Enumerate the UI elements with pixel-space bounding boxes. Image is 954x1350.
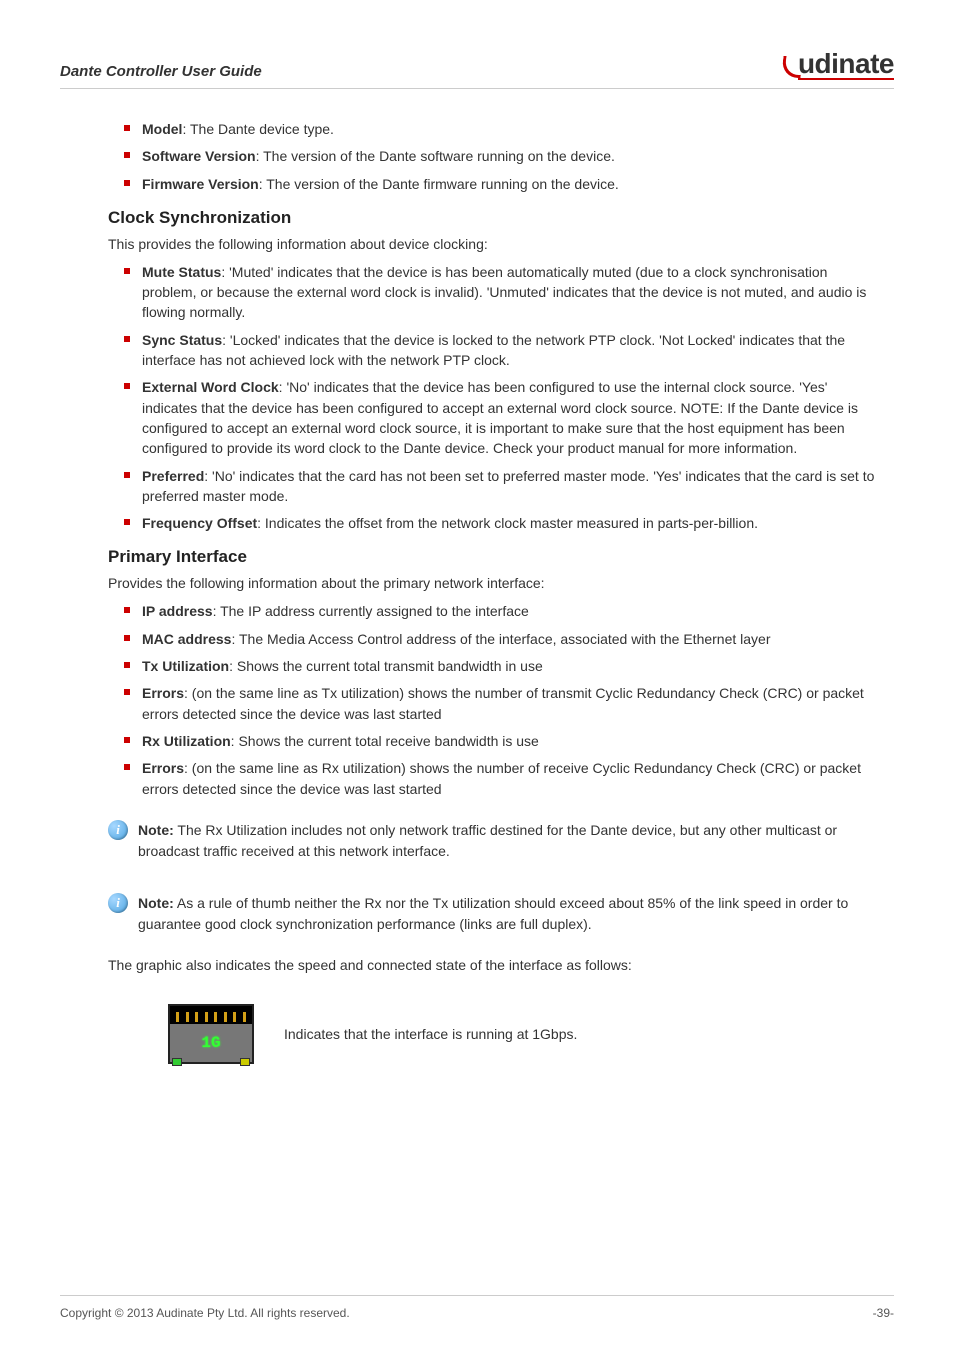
term: External Word Clock (142, 379, 279, 395)
note-icon-wrap: i (108, 892, 136, 913)
port-pins (170, 1006, 252, 1024)
list-item: Rx Utilization: Shows the current total … (142, 731, 884, 751)
desc: : 'Locked' indicates that the device is … (142, 332, 845, 368)
desc: : The version of the Dante firmware runn… (259, 176, 619, 192)
note-body: Note: The Rx Utilization includes not on… (136, 819, 884, 862)
brand-text: udinate (798, 50, 894, 80)
note-text: The Rx Utilization includes not only net… (138, 822, 837, 859)
port-caption: Indicates that the interface is running … (284, 1026, 577, 1042)
list-item: Preferred: 'No' indicates that the card … (142, 466, 884, 507)
graphic-intro: The graphic also indicates the speed and… (108, 955, 884, 976)
list-item: External Word Clock: 'No' indicates that… (142, 377, 884, 458)
note-label: Note: (138, 895, 174, 911)
brand-logo: udinate (782, 50, 894, 80)
term: Software Version (142, 148, 256, 164)
note-text: As a rule of thumb neither the Rx nor th… (138, 895, 848, 932)
desc: : The IP address currently assigned to t… (213, 603, 529, 619)
copyright-text: Copyright © 2013 Audinate Pty Ltd. All r… (60, 1306, 350, 1320)
term: IP address (142, 603, 213, 619)
desc: : The version of the Dante software runn… (256, 148, 615, 164)
primary-iface-list: IP address: The IP address currently ass… (108, 601, 884, 798)
list-item: Sync Status: 'Locked' indicates that the… (142, 330, 884, 371)
term: Firmware Version (142, 176, 259, 192)
list-item: Errors: (on the same line as Tx utilizat… (142, 683, 884, 724)
list-item: Tx Utilization: Shows the current total … (142, 656, 884, 676)
page-number: -39- (873, 1306, 894, 1320)
primary-iface-intro: Provides the following information about… (108, 573, 884, 594)
term: MAC address (142, 631, 231, 647)
desc: : 'No' indicates that the card has not b… (142, 468, 874, 504)
led-icon (172, 1058, 182, 1066)
term: Tx Utilization (142, 658, 229, 674)
note-icon-wrap: i (108, 819, 136, 840)
note-label: Note: (138, 822, 174, 838)
clock-sync-list: Mute Status: 'Muted' indicates that the … (108, 262, 884, 534)
led-icon (240, 1058, 250, 1066)
term: Frequency Offset (142, 515, 257, 531)
list-item: Firmware Version: The version of the Dan… (142, 174, 884, 194)
list-item: Errors: (on the same line as Rx utilizat… (142, 758, 884, 799)
note-block: i Note: As a rule of thumb neither the R… (108, 882, 884, 945)
ethernet-port-icon: 1G (168, 1004, 254, 1064)
list-item: Mute Status: 'Muted' indicates that the … (142, 262, 884, 323)
desc: : Shows the current total transmit bandw… (229, 658, 543, 674)
note-body: Note: As a rule of thumb neither the Rx … (136, 892, 884, 935)
interface-graphic-row: 1G Indicates that the interface is runni… (168, 1004, 884, 1064)
note-block: i Note: The Rx Utilization includes not … (108, 809, 884, 872)
doc-title: Dante Controller User Guide (60, 63, 262, 80)
info-icon: i (108, 893, 128, 913)
clock-sync-intro: This provides the following information … (108, 234, 884, 255)
list-item: Software Version: The version of the Dan… (142, 146, 884, 166)
brand-swoosh-icon (780, 56, 803, 78)
desc: : Indicates the offset from the network … (257, 515, 758, 531)
desc: : The Dante device type. (182, 121, 334, 137)
heading-clock-sync: Clock Synchronization (108, 208, 884, 228)
desc: : The Media Access Control address of th… (231, 631, 770, 647)
list-item: IP address: The IP address currently ass… (142, 601, 884, 621)
list-item: Model: The Dante device type. (142, 119, 884, 139)
term: Errors (142, 760, 184, 776)
desc: : (on the same line as Rx utilization) s… (142, 760, 861, 796)
term: Errors (142, 685, 184, 701)
page-footer: Copyright © 2013 Audinate Pty Ltd. All r… (60, 1295, 894, 1320)
info-icon: i (108, 820, 128, 840)
desc: : Shows the current total receive bandwi… (231, 733, 539, 749)
term: Sync Status (142, 332, 222, 348)
term: Preferred (142, 468, 204, 484)
page-header: Dante Controller User Guide udinate (60, 50, 894, 89)
desc: : 'Muted' indicates that the device is h… (142, 264, 866, 321)
list-item: Frequency Offset: Indicates the offset f… (142, 513, 884, 533)
heading-primary-interface: Primary Interface (108, 547, 884, 567)
port-leds (170, 1058, 252, 1066)
term: Mute Status (142, 264, 221, 280)
term: Rx Utilization (142, 733, 231, 749)
page-content: Model: The Dante device type. Software V… (60, 119, 894, 1064)
port-speed-label: 1G (178, 1024, 244, 1062)
list-item: MAC address: The Media Access Control ad… (142, 629, 884, 649)
desc: : (on the same line as Tx utilization) s… (142, 685, 864, 721)
term: Model (142, 121, 182, 137)
top-definition-list: Model: The Dante device type. Software V… (108, 119, 884, 194)
